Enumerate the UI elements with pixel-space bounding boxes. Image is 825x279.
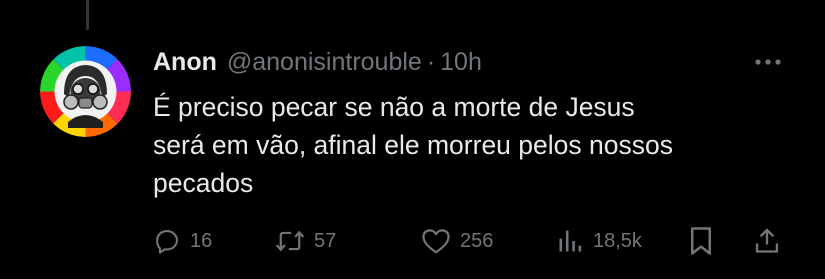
more-horizontal-icon — [755, 59, 781, 65]
share-icon — [755, 228, 779, 253]
separator-dot: · — [426, 47, 436, 76]
tweet-text: É preciso pecar se não a morte de Jesus … — [153, 92, 673, 198]
tweet-header: Anon @anonisintrouble · 10h — [153, 44, 785, 80]
reply-count: 16 — [190, 229, 213, 252]
reply-button[interactable]: 16 — [153, 223, 212, 259]
heart-icon — [422, 229, 450, 254]
repost-count: 57 — [314, 229, 337, 252]
avatar[interactable] — [40, 46, 131, 137]
views-count: 18,5k — [593, 229, 642, 252]
reply-icon — [156, 230, 178, 254]
more-options-button[interactable] — [751, 50, 785, 74]
timestamp[interactable]: 10h — [440, 48, 482, 77]
avatar-image — [40, 46, 131, 137]
bookmark-icon — [691, 227, 711, 255]
thread-connector-line — [86, 0, 89, 30]
repost-icon — [275, 230, 305, 252]
author-name[interactable]: Anon — [153, 48, 217, 77]
author-handle[interactable]: @anonisintrouble — [227, 48, 422, 77]
share-button[interactable] — [753, 223, 781, 259]
tweet-actions: 16 57 256 18,5k — [153, 223, 788, 259]
bookmark-button[interactable] — [688, 223, 714, 259]
views-icon — [559, 230, 582, 252]
views-button[interactable]: 18,5k — [556, 223, 642, 259]
like-count: 256 — [460, 229, 494, 252]
like-button[interactable]: 256 — [421, 223, 493, 259]
repost-button[interactable]: 57 — [275, 223, 336, 259]
